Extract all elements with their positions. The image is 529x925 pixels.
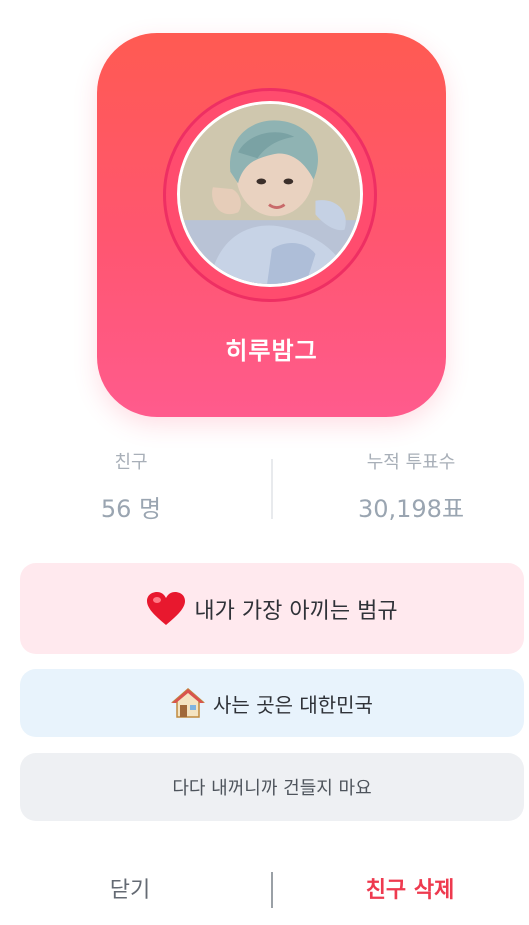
footer-divider [271,872,273,908]
friends-label: 친구 [114,452,148,473]
status-message-text: 다다 내꺼니까 건들지 마요 [172,778,372,799]
friends-count: 56 명 [100,495,162,523]
location-text: 사는 곳은 대한민국 [213,692,373,717]
avatar-photo [180,104,360,284]
favorite-pill[interactable]: 내가 가장 아끼는 범규 [20,563,524,654]
favorite-text: 내가 가장 아끼는 범규 [194,598,398,624]
friends-stat[interactable]: 친구 56 명 [31,450,231,524]
votes-label: 누적 투표수 [366,452,456,473]
profile-card: 히루밤그 [97,33,446,417]
house-icon [171,687,206,719]
location-pill[interactable]: 사는 곳은 대한민국 [20,669,524,737]
close-button[interactable]: 닫기 [30,868,230,914]
votes-count: 30,198표 [357,495,465,523]
status-message-pill[interactable]: 다다 내꺼니까 건들지 마요 [20,753,524,821]
delete-friend-button[interactable]: 친구 삭제 [310,868,510,914]
avatar[interactable] [177,101,363,287]
votes-stat[interactable]: 누적 투표수 30,198표 [311,450,511,524]
profile-name: 히루밤그 [225,337,318,365]
avatar-ring [163,88,377,302]
stat-divider [271,459,273,519]
heart-icon [146,591,186,627]
